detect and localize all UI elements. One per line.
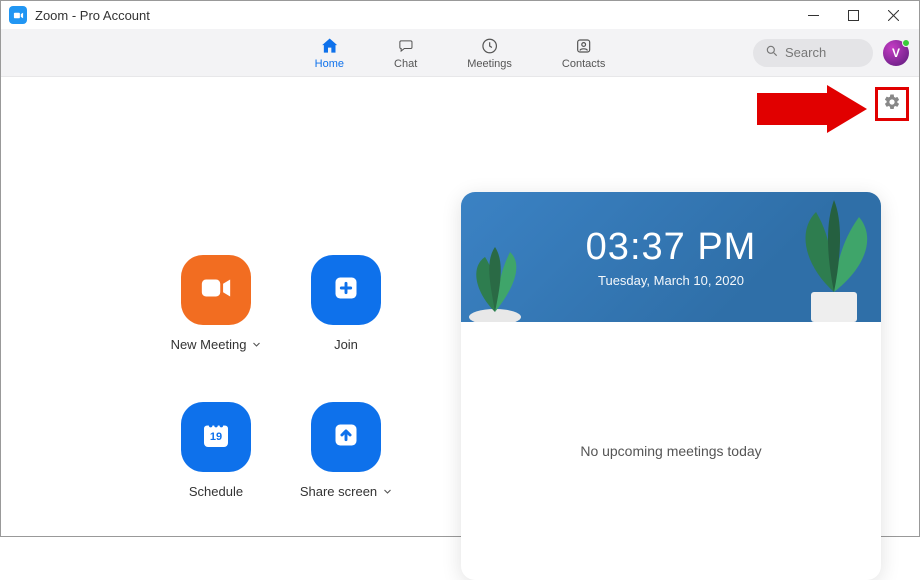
tab-chat[interactable]: Chat xyxy=(394,36,417,70)
search-placeholder: Search xyxy=(785,45,826,60)
new-meeting-button[interactable] xyxy=(181,255,251,325)
avatar-initial: V xyxy=(892,46,900,60)
tab-home-label: Home xyxy=(315,58,344,70)
chevron-down-icon[interactable] xyxy=(252,337,261,352)
plant-decoration-icon xyxy=(461,232,535,322)
clock-icon xyxy=(480,36,500,56)
maximize-button[interactable] xyxy=(833,1,873,29)
tab-meetings-label: Meetings xyxy=(467,58,512,70)
share-screen-label: Share screen xyxy=(300,484,377,499)
schedule-button[interactable]: 19 xyxy=(181,402,251,472)
nav-tabs: Home Chat Meetings Contacts xyxy=(315,36,606,70)
close-button[interactable] xyxy=(873,1,913,29)
calendar-icon: 19 xyxy=(200,419,232,456)
empty-message: No upcoming meetings today xyxy=(580,443,761,459)
join-button[interactable] xyxy=(311,255,381,325)
schedule-action: 19 Schedule xyxy=(156,402,276,499)
avatar[interactable]: V xyxy=(883,40,909,66)
annotation-highlight-box xyxy=(875,87,909,121)
hero-time: 03:37 PM xyxy=(586,226,757,269)
join-label: Join xyxy=(334,337,358,352)
share-screen-action: Share screen xyxy=(286,402,406,499)
content-area: New Meeting Join 19 xyxy=(1,77,919,536)
zoom-app-icon xyxy=(9,6,27,24)
share-screen-button[interactable] xyxy=(311,402,381,472)
tab-contacts[interactable]: Contacts xyxy=(562,36,605,70)
minimize-button[interactable] xyxy=(793,1,833,29)
schedule-label: Schedule xyxy=(189,484,243,499)
upcoming-card: 03:37 PM Tuesday, March 10, 2020 No upco… xyxy=(461,192,881,580)
contacts-icon xyxy=(574,36,594,56)
tab-contacts-label: Contacts xyxy=(562,58,605,70)
join-action: Join xyxy=(286,255,406,352)
action-grid: New Meeting Join 19 xyxy=(156,255,406,499)
new-meeting-label: New Meeting xyxy=(171,337,247,352)
chat-icon xyxy=(396,36,416,56)
tab-chat-label: Chat xyxy=(394,58,417,70)
calendar-day: 19 xyxy=(200,431,232,443)
new-meeting-action: New Meeting xyxy=(156,255,276,352)
chevron-down-icon[interactable] xyxy=(383,484,392,499)
share-arrow-icon xyxy=(332,421,360,454)
top-toolbar: Home Chat Meetings Contacts Search xyxy=(1,29,919,77)
gear-icon xyxy=(883,93,901,116)
settings-button[interactable] xyxy=(881,93,903,115)
card-body: No upcoming meetings today xyxy=(461,322,881,580)
tab-home[interactable]: Home xyxy=(315,36,344,70)
search-icon xyxy=(765,44,779,61)
window-title: Zoom - Pro Account xyxy=(35,8,793,23)
plant-decoration-icon xyxy=(771,192,881,322)
video-icon xyxy=(199,271,233,310)
title-bar: Zoom - Pro Account xyxy=(1,1,919,29)
card-hero: 03:37 PM Tuesday, March 10, 2020 xyxy=(461,192,881,322)
hero-date: Tuesday, March 10, 2020 xyxy=(598,273,744,288)
plus-icon xyxy=(332,274,360,307)
search-input[interactable]: Search xyxy=(753,39,873,67)
home-icon xyxy=(319,36,339,56)
status-dot-icon xyxy=(902,39,910,47)
annotation-arrow-icon xyxy=(757,85,867,138)
tab-meetings[interactable]: Meetings xyxy=(467,36,512,70)
